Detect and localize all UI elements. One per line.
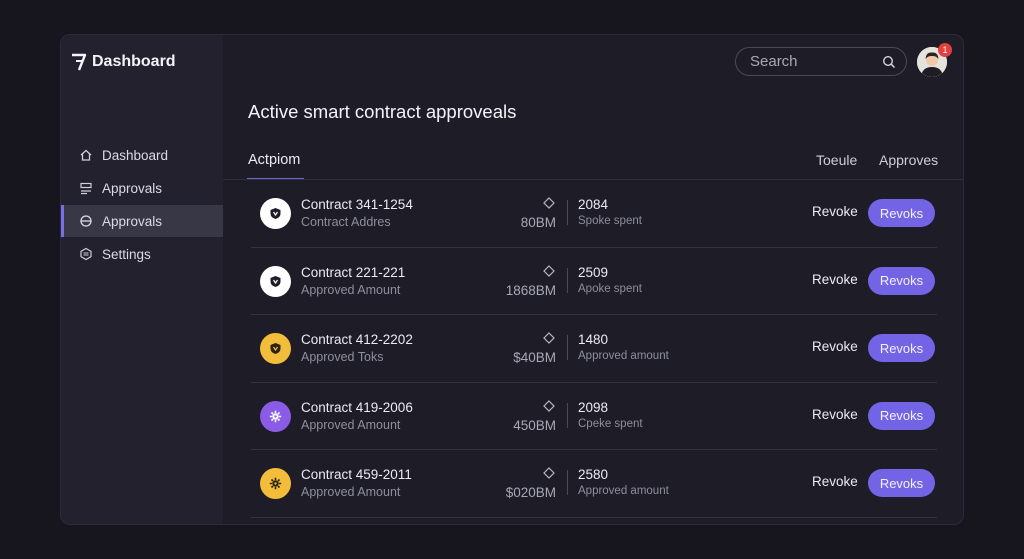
spent-value: 2098 bbox=[578, 399, 609, 415]
sidebar-item-dashboard[interactable]: Dashboard bbox=[61, 139, 223, 171]
shield-icon bbox=[270, 275, 281, 287]
spent-label: Approved amount bbox=[578, 485, 669, 497]
revoke-button[interactable]: Revoks bbox=[868, 199, 935, 227]
column-header-approves[interactable]: Approves bbox=[879, 152, 938, 168]
spent-value: 2084 bbox=[578, 197, 609, 212]
spent-value: 1480 bbox=[578, 332, 609, 347]
circle-icon bbox=[80, 215, 92, 227]
revoke-button[interactable]: Revoks bbox=[868, 266, 935, 295]
home-icon bbox=[80, 149, 92, 161]
contract-name: Contract 221-221 bbox=[301, 264, 406, 280]
list-icon bbox=[80, 182, 92, 195]
gear-icon bbox=[269, 410, 282, 422]
search-input[interactable] bbox=[750, 53, 870, 70]
spent-value: 2509 bbox=[578, 264, 609, 280]
approved-amount: 80BM bbox=[520, 215, 556, 230]
search-icon[interactable] bbox=[882, 55, 896, 69]
app-window: Dashboard Dashboard Approvals Approvals … bbox=[60, 34, 964, 525]
sidebar-nav: Dashboard Approvals Approvals Settings bbox=[61, 139, 223, 271]
approved-amount: $020BM bbox=[505, 485, 556, 500]
spent-label: Spoke spent bbox=[578, 215, 642, 227]
divider bbox=[567, 200, 568, 225]
diamond-icon bbox=[543, 264, 555, 277]
column-header-token[interactable]: Toeule bbox=[816, 152, 857, 168]
table-row: Contract 412-2202 Approved Toks $40BM 14… bbox=[251, 315, 937, 383]
revoke-link[interactable]: Revoke bbox=[812, 339, 858, 354]
brand-title: Dashboard bbox=[92, 53, 176, 70]
diamond-icon bbox=[543, 467, 555, 479]
diamond-icon bbox=[543, 399, 555, 412]
contract-subtitle: Approved Amount bbox=[301, 485, 401, 499]
approved-amount: 450BM bbox=[513, 417, 556, 433]
token-avatar bbox=[260, 468, 291, 499]
divider bbox=[567, 402, 568, 428]
page-title: Active smart contract approveals bbox=[248, 101, 517, 122]
token-avatar bbox=[260, 400, 291, 432]
sidebar: Dashboard Dashboard Approvals Approvals … bbox=[61, 35, 223, 524]
token-avatar bbox=[260, 333, 291, 364]
sidebar-item-label: Dashboard bbox=[102, 147, 169, 163]
tab-active[interactable]: Actpiom bbox=[248, 152, 300, 168]
contract-name: Contract 459-2011 bbox=[301, 467, 412, 482]
spent-value: 2580 bbox=[578, 467, 609, 482]
approved-amount: $40BM bbox=[513, 350, 556, 365]
divider bbox=[567, 335, 568, 360]
revoke-link[interactable]: Revoke bbox=[812, 407, 858, 422]
table-row: Contract 341-1254 Contract Addres 80BM 2… bbox=[251, 180, 937, 248]
revoke-button[interactable]: Revoks bbox=[868, 401, 935, 430]
divider bbox=[567, 267, 568, 293]
table-row: Contract 419-2006 Approved Amount 450BM … bbox=[251, 383, 937, 450]
revoke-link[interactable]: Revoke bbox=[812, 272, 858, 287]
spent-label: Apoke spent bbox=[578, 282, 642, 295]
revoke-button[interactable]: Revoks bbox=[868, 469, 935, 497]
spent-label: Cpeke spent bbox=[578, 417, 643, 430]
logo-icon bbox=[72, 53, 87, 71]
sidebar-item-settings[interactable]: Settings bbox=[61, 238, 223, 270]
contract-subtitle: Approved Toks bbox=[301, 350, 384, 364]
shield-icon bbox=[270, 343, 281, 354]
spent-label: Approved amount bbox=[578, 350, 669, 362]
token-avatar bbox=[260, 265, 291, 297]
search-box[interactable] bbox=[735, 47, 907, 76]
sidebar-item-approvals[interactable]: Approvals bbox=[61, 172, 223, 204]
table-row: Contract 221-221 Approved Amount 1868BM … bbox=[251, 248, 937, 315]
diamond-icon bbox=[543, 332, 555, 344]
contract-subtitle: Contract Addres bbox=[301, 215, 391, 229]
shield-icon bbox=[270, 208, 281, 219]
divider bbox=[567, 470, 568, 495]
revoke-link[interactable]: Revoke bbox=[812, 204, 858, 219]
gear-icon bbox=[269, 477, 282, 490]
contract-name: Contract 341-1254 bbox=[301, 197, 413, 212]
contract-subtitle: Approved Amount bbox=[301, 282, 401, 297]
sidebar-item-label: Settings bbox=[102, 246, 151, 262]
sidebar-item-approvals-active[interactable]: Approvals bbox=[61, 205, 223, 237]
brand[interactable]: Dashboard bbox=[70, 52, 176, 72]
notification-badge[interactable]: 1 bbox=[938, 43, 952, 57]
contract-name: Contract 419-2006 bbox=[301, 399, 413, 415]
approvals-list: Contract 341-1254 Contract Addres 80BM 2… bbox=[251, 180, 937, 518]
token-avatar bbox=[260, 198, 291, 229]
contract-subtitle: Approved Amount bbox=[301, 417, 401, 432]
sidebar-item-label: Approvals bbox=[102, 180, 163, 196]
settings-icon bbox=[80, 247, 92, 261]
revoke-button[interactable]: Revoks bbox=[868, 334, 935, 362]
sidebar-item-label: Approvals bbox=[102, 213, 163, 229]
diamond-icon bbox=[543, 197, 555, 209]
table-row: Contract 459-2011 Approved Amount $020BM… bbox=[251, 450, 937, 518]
contract-name: Contract 412-2202 bbox=[301, 332, 413, 347]
revoke-link[interactable]: Revoke bbox=[812, 474, 858, 489]
approved-amount: 1868BM bbox=[505, 282, 556, 298]
